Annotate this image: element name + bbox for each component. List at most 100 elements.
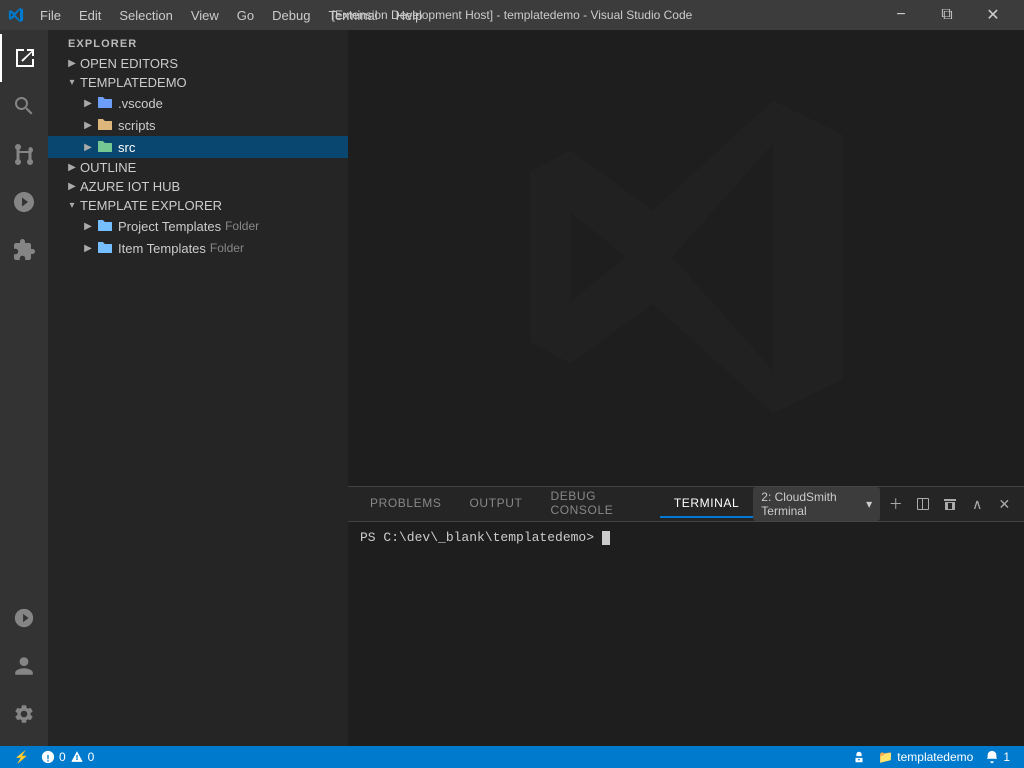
- terminal-name-label: 2: CloudSmith Terminal: [761, 490, 862, 518]
- vscode-chevron: ▶: [80, 98, 96, 109]
- status-errors[interactable]: 0 0: [35, 750, 100, 764]
- item-templates-icon: [96, 239, 114, 257]
- template-explorer-label: TEMPLATE EXPLORER: [80, 198, 222, 213]
- settings-activity-icon[interactable]: [0, 690, 48, 738]
- terminal-prompt: PS C:\dev\_blank\templatedemo>: [360, 530, 602, 545]
- error-icon: [41, 750, 55, 764]
- src-folder-icon: [96, 138, 114, 156]
- templatedemo-section[interactable]: ▾ TEMPLATEDEMO: [48, 73, 348, 92]
- window-controls: − ⧉ ✕: [878, 0, 1016, 30]
- outline-label: OUTLINE: [80, 160, 136, 175]
- status-right: 📁 templatedemo 1: [846, 750, 1016, 764]
- open-editors-chevron: ▶: [64, 58, 80, 69]
- status-remote[interactable]: ⚡: [8, 750, 35, 764]
- minimize-button[interactable]: −: [878, 0, 924, 30]
- status-notifications[interactable]: 1: [979, 750, 1016, 764]
- vscode-logo-icon: [8, 7, 24, 23]
- item-templates-label: Item Templates: [118, 241, 206, 256]
- explorer-activity-icon[interactable]: [0, 34, 48, 82]
- menu-file[interactable]: File: [32, 6, 69, 25]
- project-templates-suffix: Folder: [225, 219, 259, 233]
- maximize-panel-button[interactable]: ∧: [966, 490, 989, 518]
- menu-debug[interactable]: Debug: [264, 6, 318, 25]
- folder-icon: 📁: [878, 750, 893, 764]
- outline-section[interactable]: ▶ OUTLINE: [48, 158, 348, 177]
- status-folder[interactable]: 📁 templatedemo: [872, 750, 979, 764]
- menu-view[interactable]: View: [183, 6, 227, 25]
- scripts-folder[interactable]: ▶ scripts: [48, 114, 348, 136]
- terminal-dropdown-chevron: ▾: [866, 497, 872, 511]
- folder-name: templatedemo: [897, 750, 973, 764]
- error-count: 0: [59, 750, 66, 764]
- source-control-activity-icon[interactable]: [0, 130, 48, 178]
- window-title: [Extension Development Host] - templated…: [332, 8, 693, 22]
- project-templates-icon: [96, 217, 114, 235]
- title-bar: File Edit Selection View Go Debug Termin…: [0, 0, 1024, 30]
- close-panel-button[interactable]: ✕: [993, 490, 1016, 518]
- warning-icon: [70, 750, 84, 764]
- azure-iot-hub-chevron: ▶: [64, 181, 80, 192]
- sidebar: EXPLORER ▶ OPEN EDITORS ▾ TEMPLATEDEMO ▶…: [48, 30, 348, 746]
- open-editors-section[interactable]: ▶ OPEN EDITORS: [48, 54, 348, 73]
- extensions-activity-icon[interactable]: [0, 226, 48, 274]
- tab-terminal[interactable]: TERMINAL: [660, 490, 753, 518]
- templatedemo-label: TEMPLATEDEMO: [80, 75, 187, 90]
- explorer-header[interactable]: EXPLORER: [48, 30, 348, 54]
- close-button[interactable]: ✕: [970, 0, 1016, 30]
- maximize-button[interactable]: ⧉: [924, 0, 970, 30]
- project-templates-chevron: ▶: [80, 221, 96, 232]
- template-explorer-chevron: ▾: [64, 200, 80, 211]
- vscode-label: .vscode: [118, 96, 163, 111]
- src-chevron: ▶: [80, 142, 96, 153]
- terminal-content[interactable]: PS C:\dev\_blank\templatedemo>: [348, 522, 1024, 746]
- item-templates-suffix: Folder: [210, 241, 244, 255]
- debug-activity-icon[interactable]: [0, 178, 48, 226]
- vscode-watermark: [511, 82, 861, 435]
- activity-bar: [0, 30, 48, 746]
- scripts-folder-icon: [96, 116, 114, 134]
- warning-count: 0: [88, 750, 95, 764]
- status-nosynced[interactable]: [846, 750, 872, 764]
- project-templates-label: Project Templates: [118, 219, 221, 234]
- project-templates-item[interactable]: ▶ Project Templates Folder: [48, 215, 348, 237]
- split-terminal-button[interactable]: [911, 490, 934, 518]
- editor-content: [348, 30, 1024, 486]
- lock-icon: [852, 750, 866, 764]
- tab-output[interactable]: OUTPUT: [456, 490, 537, 518]
- scripts-chevron: ▶: [80, 120, 96, 131]
- template-explorer-section[interactable]: ▾ TEMPLATE EXPLORER: [48, 196, 348, 215]
- src-label: src: [118, 140, 135, 155]
- add-terminal-button[interactable]: ＋: [884, 490, 907, 518]
- terminal-actions: 2: CloudSmith Terminal ▾ ＋ ∧ ✕: [753, 487, 1016, 521]
- item-templates-chevron: ▶: [80, 243, 96, 254]
- tab-problems[interactable]: PROBLEMS: [356, 490, 456, 518]
- kill-terminal-button[interactable]: [938, 490, 961, 518]
- explorer-title: EXPLORER: [68, 38, 137, 50]
- outline-chevron: ▶: [64, 162, 80, 173]
- accounts-activity-icon[interactable]: [0, 642, 48, 690]
- notification-count: 1: [1003, 750, 1010, 764]
- tab-debug-console[interactable]: DEBUG CONSOLE: [536, 483, 659, 525]
- activity-bar-bottom: [0, 594, 48, 746]
- menu-edit[interactable]: Edit: [71, 6, 109, 25]
- terminal-name-dropdown[interactable]: 2: CloudSmith Terminal ▾: [753, 487, 880, 521]
- menu-selection[interactable]: Selection: [111, 6, 180, 25]
- main-area: EXPLORER ▶ OPEN EDITORS ▾ TEMPLATEDEMO ▶…: [0, 30, 1024, 746]
- terminal-panel: PROBLEMS OUTPUT DEBUG CONSOLE TERMINAL 2…: [348, 486, 1024, 746]
- src-folder[interactable]: ▶ src: [48, 136, 348, 158]
- lightning-icon: ⚡: [14, 750, 29, 764]
- templatedemo-chevron: ▾: [64, 77, 80, 88]
- editor-area: PROBLEMS OUTPUT DEBUG CONSOLE TERMINAL 2…: [348, 30, 1024, 746]
- vscode-folder[interactable]: ▶ .vscode: [48, 92, 348, 114]
- azure-iot-hub-section[interactable]: ▶ AZURE IOT HUB: [48, 177, 348, 196]
- bell-icon: [985, 750, 999, 764]
- search-activity-icon[interactable]: [0, 82, 48, 130]
- azure-iot-hub-label: AZURE IOT HUB: [80, 179, 180, 194]
- item-templates-item[interactable]: ▶ Item Templates Folder: [48, 237, 348, 259]
- menu-go[interactable]: Go: [229, 6, 262, 25]
- terminal-cursor: [602, 531, 610, 545]
- terminal-tab-bar: PROBLEMS OUTPUT DEBUG CONSOLE TERMINAL 2…: [348, 487, 1024, 522]
- remote-activity-icon[interactable]: [0, 594, 48, 642]
- status-bar: ⚡ 0 0 📁 templatedemo 1: [0, 746, 1024, 768]
- open-editors-label: OPEN EDITORS: [80, 56, 178, 71]
